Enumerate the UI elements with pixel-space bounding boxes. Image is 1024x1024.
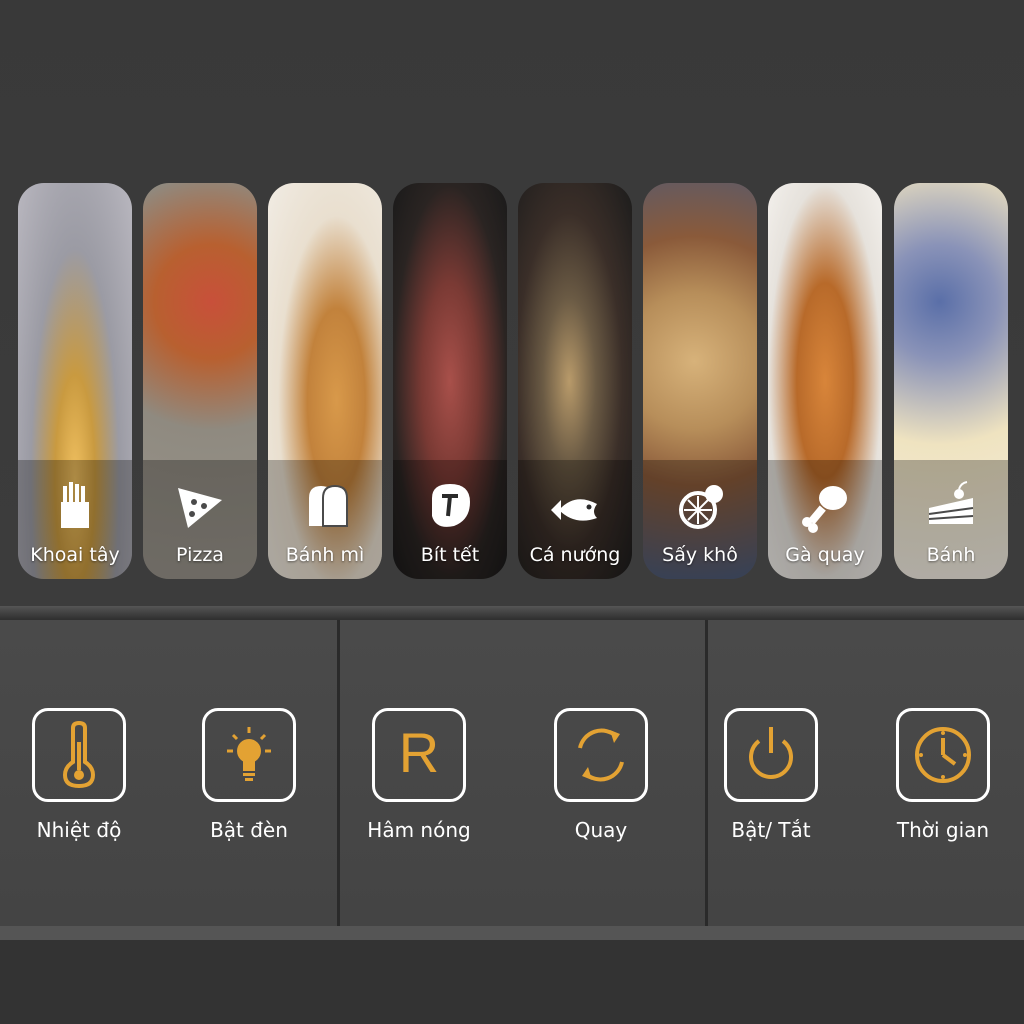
temperature-button-frame xyxy=(32,708,126,802)
fish-icon xyxy=(547,478,603,534)
device-base xyxy=(0,940,1024,1024)
rotate-button-frame xyxy=(554,708,648,802)
control-label: Bật/ Tắt xyxy=(731,818,811,842)
preset-label: Gà quay xyxy=(785,544,865,566)
temperature-button[interactable]: Nhiệt độ xyxy=(0,708,169,858)
preset-label: Sấy khô xyxy=(662,544,738,566)
preset-card-fish[interactable]: Cá nướng xyxy=(518,183,632,579)
power-button-frame xyxy=(724,708,818,802)
control-label: Bật đèn xyxy=(210,818,288,842)
light-button-frame xyxy=(202,708,296,802)
preset-card-bread[interactable]: Bánh mì xyxy=(268,183,382,579)
lightbulb-icon xyxy=(227,727,271,781)
reheat-button-frame: R xyxy=(372,708,466,802)
rotate-button[interactable]: Quay xyxy=(511,708,691,858)
steak-icon xyxy=(422,478,478,534)
bottom-strip xyxy=(0,926,1024,940)
panel-divider xyxy=(0,606,1024,620)
control-label: Quay xyxy=(574,818,628,842)
cake-icon xyxy=(923,478,979,534)
clock-icon xyxy=(915,727,971,783)
preset-label: Bít tết xyxy=(420,544,480,566)
preset-label: Pizza xyxy=(176,544,224,566)
reheat-r-icon: R xyxy=(398,721,440,784)
power-button[interactable]: Bật/ Tắt xyxy=(681,708,861,858)
timer-button-frame xyxy=(896,708,990,802)
preset-card-dried[interactable]: Sấy khô xyxy=(643,183,757,579)
rotate-icon xyxy=(578,728,624,782)
control-label: Thời gian xyxy=(896,818,990,842)
preset-label: Bánh xyxy=(926,544,976,566)
preset-card-steak[interactable]: Bít tết xyxy=(393,183,507,579)
reheat-button[interactable]: R Hâm nóng xyxy=(329,708,509,858)
power-icon xyxy=(749,727,793,779)
fries-icon xyxy=(47,478,103,534)
preset-card-cake[interactable]: Bánh xyxy=(894,183,1008,579)
bread-icon xyxy=(297,478,353,534)
preset-card-pizza[interactable]: Pizza xyxy=(143,183,257,579)
food-preset-row: Khoai tây Pizza Bánh mì Bít tết Cá nướng… xyxy=(18,183,1008,579)
pizza-icon xyxy=(172,478,228,534)
thermometer-icon xyxy=(62,720,96,789)
timer-button[interactable]: Thời gian xyxy=(853,708,1024,858)
dried-fruit-icon xyxy=(672,478,728,534)
preset-card-chicken[interactable]: Gà quay xyxy=(768,183,882,579)
preset-label: Khoai tây xyxy=(30,544,120,566)
light-button[interactable]: Bật đèn xyxy=(159,708,339,858)
preset-label: Bánh mì xyxy=(285,544,365,566)
preset-card-fries[interactable]: Khoai tây xyxy=(18,183,132,579)
preset-label: Cá nướng xyxy=(529,544,621,566)
control-label: Nhiệt độ xyxy=(36,818,122,842)
chicken-leg-icon xyxy=(797,478,853,534)
control-label: Hâm nóng xyxy=(367,818,471,842)
